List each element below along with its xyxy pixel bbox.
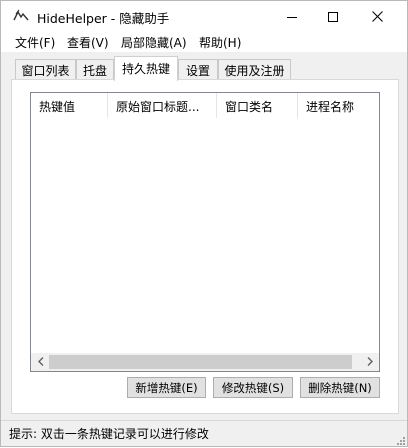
scroll-right-button[interactable]	[361, 353, 378, 371]
status-hint: 提示: 双击一条热键记录可以进行修改	[9, 427, 209, 441]
list-header: 热键值 原始窗口标题... 窗口类名 进程名称	[31, 93, 379, 118]
window-title: HideHelper - 隐藏助手	[37, 11, 170, 26]
close-icon	[371, 11, 383, 22]
horizontal-scrollbar[interactable]	[31, 353, 379, 371]
minimize-icon	[287, 12, 297, 22]
hotkey-list[interactable]: 热键值 原始窗口标题... 窗口类名 进程名称	[30, 92, 380, 372]
maximize-icon	[328, 11, 338, 22]
minimize-button[interactable]	[269, 1, 315, 32]
column-header-hotkey[interactable]: 热键值	[31, 93, 107, 118]
add-hotkey-button[interactable]: 新增热键(E)	[127, 377, 206, 398]
column-header-process-name[interactable]: 进程名称	[298, 93, 379, 118]
chevron-right-icon	[367, 355, 373, 369]
column-header-class-name[interactable]: 窗口类名	[217, 93, 297, 118]
maximize-button[interactable]	[310, 1, 356, 32]
main-window: HideHelper - 隐藏助手 文件(F) 查看(V) 局部隐藏(A) 帮助…	[0, 0, 408, 447]
tab-settings[interactable]: 设置	[178, 59, 218, 81]
tab-usage-registration[interactable]: 使用及注册	[218, 59, 291, 81]
close-button[interactable]	[354, 1, 400, 32]
scroll-left-button[interactable]	[32, 353, 49, 371]
menu-file[interactable]: 文件(F)	[15, 34, 55, 51]
tab-strip: 窗口列表 托盘 持久热键 设置 使用及注册	[1, 52, 407, 81]
status-bar: 提示: 双击一条热键记录可以进行修改	[1, 420, 407, 446]
scroll-thumb[interactable]	[49, 355, 352, 369]
menu-help[interactable]: 帮助(H)	[199, 34, 241, 51]
tab-tray[interactable]: 托盘	[76, 59, 114, 81]
resize-grip-icon[interactable]	[395, 434, 405, 445]
tab-persistent-hotkeys[interactable]: 持久热键	[114, 56, 178, 81]
title-bar[interactable]: HideHelper - 隐藏助手	[1, 1, 407, 32]
chevron-left-icon	[37, 355, 44, 369]
app-logo-icon	[13, 9, 29, 23]
delete-hotkey-button[interactable]: 删除热键(N)	[300, 377, 380, 398]
column-header-window-title[interactable]: 原始窗口标题...	[108, 93, 216, 118]
menu-view[interactable]: 查看(V)	[67, 34, 109, 51]
menu-partial-hide[interactable]: 局部隐藏(A)	[121, 34, 187, 51]
tab-window-list[interactable]: 窗口列表	[15, 59, 76, 81]
edit-hotkey-button[interactable]: 修改热键(S)	[213, 377, 293, 398]
menu-bar: 文件(F) 查看(V) 局部隐藏(A) 帮助(H)	[1, 32, 407, 52]
